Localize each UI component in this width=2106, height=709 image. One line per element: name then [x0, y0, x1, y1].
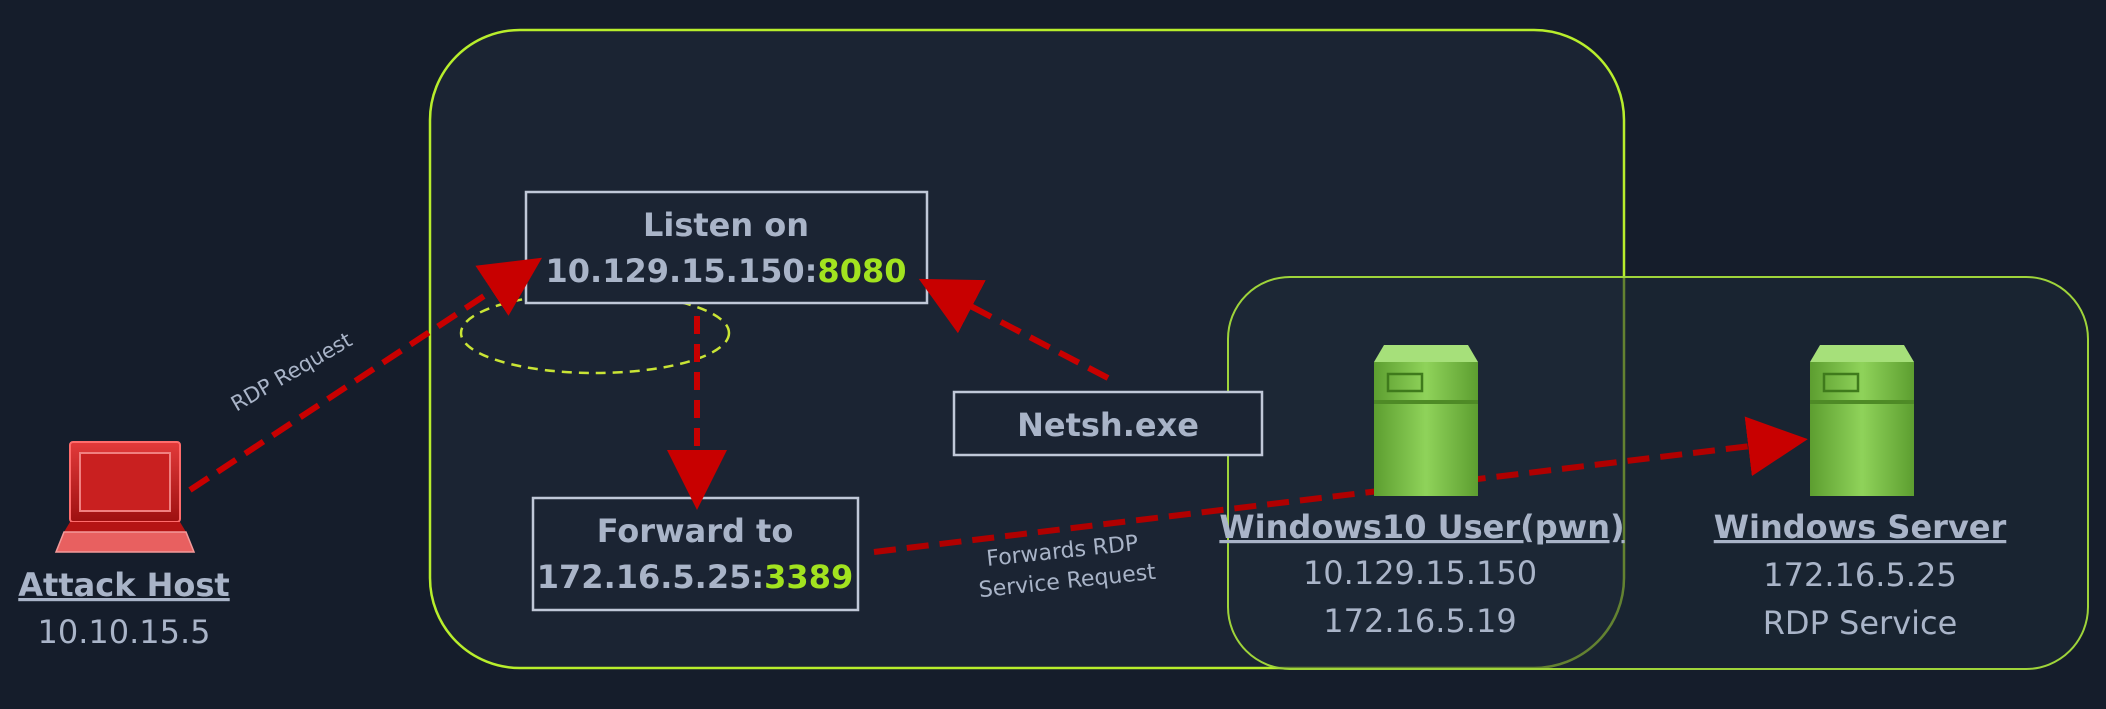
- forward-ip: 172.16.5.25:: [537, 558, 764, 596]
- server-icon: [1374, 345, 1478, 496]
- windows10-user-title: Windows10 User(pwn): [1219, 508, 1624, 546]
- listen-box-address: 10.129.15.150:8080: [546, 252, 907, 290]
- windows10-user-ip1: 10.129.15.150: [1303, 554, 1537, 592]
- listen-box-title: Listen on: [643, 206, 809, 244]
- port-forwarding-diagram: Listen on 10.129.15.150:8080 Forward to …: [18, 28, 2089, 670]
- attack-host-title: Attack Host: [18, 566, 229, 604]
- rdp-request-label: RDP Request: [227, 328, 356, 416]
- forward-box: Forward to 172.16.5.25:3389: [531, 496, 860, 612]
- attack-host-ip: 10.10.15.5: [37, 613, 210, 651]
- netsh-label: Netsh.exe: [1017, 406, 1199, 444]
- forward-port: 3389: [764, 558, 853, 596]
- netsh-box: Netsh.exe: [952, 390, 1264, 457]
- server-icon: [1810, 345, 1914, 496]
- windows-server-ip: 172.16.5.25: [1763, 556, 1956, 594]
- listen-port: 8080: [817, 252, 906, 290]
- windows10-user-ip2: 172.16.5.19: [1323, 602, 1516, 640]
- laptop-icon: [54, 441, 196, 553]
- listen-ip: 10.129.15.150:: [546, 252, 818, 290]
- windows-server-service: RDP Service: [1763, 604, 1958, 642]
- listen-box: Listen on 10.129.15.150:8080: [524, 190, 929, 305]
- forward-box-address: 172.16.5.25:3389: [537, 558, 853, 596]
- windows-server-title: Windows Server: [1714, 508, 2007, 546]
- forward-box-title: Forward to: [597, 512, 794, 550]
